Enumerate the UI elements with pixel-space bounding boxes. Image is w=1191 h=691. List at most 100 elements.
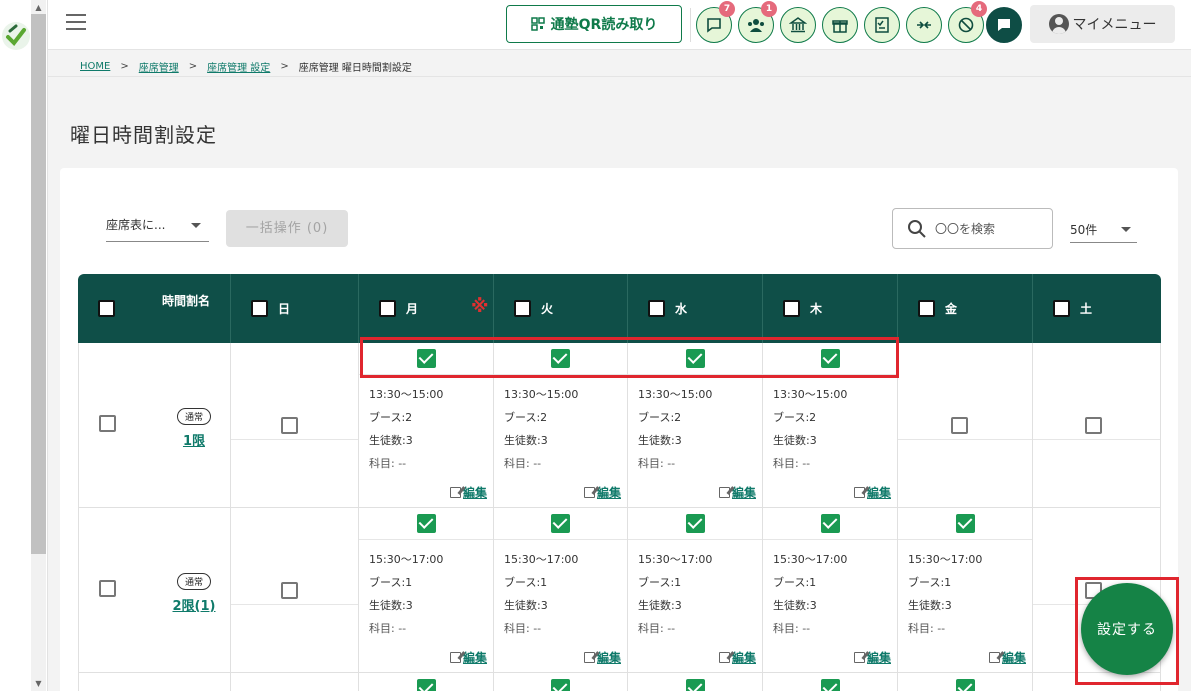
slot-checkbox-checked[interactable]: [955, 514, 975, 533]
slot-students: 生徒数:3: [773, 599, 817, 612]
edit-link[interactable]: 編集: [988, 649, 1026, 666]
header-day-tue: ※ 火: [471, 274, 628, 343]
day-checkbox-sat[interactable]: [1053, 300, 1070, 317]
slot-booth: ブース:1: [638, 576, 682, 589]
slot-time: 15:30〜17:00: [369, 553, 444, 566]
per-page-value: 50件: [1070, 223, 1098, 237]
slot-subject: 科目: --: [504, 457, 542, 470]
slot-cell-sun: [231, 508, 359, 672]
breadcrumb-current: 座席管理 曜日時間割設定: [298, 63, 412, 74]
row-checkbox[interactable]: [99, 415, 116, 432]
qr-scan-button[interactable]: 通塾QR読み取り: [506, 5, 682, 43]
breadcrumb-seat-settings[interactable]: 座席管理 設定: [207, 59, 270, 74]
edit-link[interactable]: 編集: [853, 649, 891, 666]
day-checkbox-wed[interactable]: [648, 300, 665, 317]
header-day-thu: 木: [763, 274, 898, 343]
header-day-sun: 日: [231, 274, 359, 343]
breadcrumb-home[interactable]: HOME: [80, 61, 110, 72]
edit-link[interactable]: 編集: [583, 484, 621, 501]
slot-checkbox-checked[interactable]: [551, 514, 570, 533]
slot-subject: 科目: --: [638, 457, 676, 470]
slot-checkbox-checked[interactable]: [551, 679, 570, 691]
scroll-up-arrow-icon[interactable]: ▲: [33, 2, 44, 13]
edit-link[interactable]: 編集: [853, 484, 891, 501]
period-tag: 通常: [176, 408, 211, 425]
checklist-icon[interactable]: [864, 7, 900, 43]
chevron-down-icon: [191, 223, 201, 233]
highlight-box-save: [1075, 577, 1179, 685]
bank-icon[interactable]: [780, 7, 816, 43]
period-link[interactable]: 1限: [164, 430, 224, 449]
edit-icon: [718, 652, 730, 663]
edit-link[interactable]: 編集: [718, 649, 756, 666]
breadcrumb-separator: >: [280, 61, 289, 72]
breadcrumb-seat-mgmt[interactable]: 座席管理: [139, 59, 179, 74]
slot-subject: 科目: --: [638, 622, 676, 635]
slot-time: 15:30〜17:00: [773, 553, 848, 566]
slot-students: 生徒数:3: [369, 434, 413, 447]
slot-booth: ブース:2: [773, 411, 817, 424]
edit-link[interactable]: 編集: [449, 484, 487, 501]
header-name-label: 時間割名: [162, 294, 211, 308]
day-checkbox-mon[interactable]: [379, 300, 396, 317]
top-bar: 通塾QR読み取り 7 1 4 マイメニュー: [48, 0, 1191, 50]
hamburger-menu-icon[interactable]: [66, 14, 86, 30]
day-label: 日: [278, 302, 291, 316]
slot-checkbox[interactable]: [1085, 417, 1102, 434]
scrollbar-thumb[interactable]: [31, 14, 46, 554]
table-header: 時間割名 日 月 ※ 火 水 木 金 土: [78, 274, 1161, 343]
no-entry-icon[interactable]: 4: [948, 1, 987, 43]
period-link[interactable]: 2限(1): [164, 595, 224, 614]
breadcrumb-separator: >: [188, 61, 198, 72]
edit-icon: [853, 652, 865, 663]
header-day-fri: 金: [898, 274, 1033, 343]
slot-students: 生徒数:3: [773, 434, 817, 447]
highlight-box-checkboxes: [360, 337, 899, 378]
my-menu-button[interactable]: マイメニュー: [1030, 5, 1175, 43]
slot-checkbox[interactable]: [281, 417, 298, 434]
slot-checkbox-checked[interactable]: [685, 679, 705, 691]
day-label: 土: [1080, 302, 1093, 316]
slot-checkbox[interactable]: [281, 582, 298, 599]
edit-icon: [583, 487, 595, 498]
slot-subject: 科目: --: [369, 622, 407, 635]
slot-cell-mon: 15:30〜17:00 ブース:1 生徒数:3 科目: -- 編集: [359, 508, 494, 672]
slot-time: 15:30〜17:00: [504, 553, 579, 566]
day-checkbox-fri[interactable]: [918, 300, 935, 317]
slot-checkbox-checked[interactable]: [820, 679, 840, 691]
page-title: 曜日時間割設定: [70, 123, 217, 147]
select-all-checkbox[interactable]: [98, 300, 115, 317]
slot-checkbox-checked[interactable]: [685, 514, 705, 533]
toolbar-divider: [690, 8, 691, 42]
seat-table-select[interactable]: 座席表に...: [106, 212, 209, 242]
search-input[interactable]: 〇〇を検索: [892, 208, 1053, 249]
gift-icon[interactable]: [822, 7, 858, 43]
edit-link[interactable]: 編集: [718, 484, 756, 501]
slot-checkbox-checked[interactable]: [416, 514, 436, 533]
row-checkbox[interactable]: [99, 580, 116, 597]
period-name: 通常 1限: [164, 405, 224, 449]
slot-cell-sun: [231, 343, 359, 507]
per-page-select[interactable]: 50件: [1070, 216, 1137, 243]
app-logo[interactable]: [2, 22, 30, 50]
breadcrumb: HOME > 座席管理 > 座席管理 設定 > 座席管理 曜日時間割設定: [80, 59, 412, 74]
slot-cell-fri: 15:30〜17:00 ブース:1 生徒数:3 科目: -- 編集: [898, 508, 1033, 672]
day-checkbox-tue[interactable]: [514, 300, 531, 317]
bulk-action-button[interactable]: 一括操作 (0): [226, 210, 348, 247]
left-rail: ▲ ▼: [0, 0, 48, 691]
slot-checkbox-checked[interactable]: [820, 514, 840, 533]
group-icon[interactable]: 1: [738, 1, 777, 43]
day-checkbox-sun[interactable]: [251, 300, 268, 317]
day-checkbox-thu[interactable]: [783, 300, 800, 317]
scroll-down-arrow-icon[interactable]: ▼: [33, 678, 44, 689]
chat-icon[interactable]: 7: [696, 1, 735, 43]
merge-icon[interactable]: [906, 7, 942, 43]
user-avatar-icon: [1048, 14, 1069, 34]
slot-checkbox-checked[interactable]: [416, 679, 436, 691]
message-icon[interactable]: [986, 7, 1022, 43]
day-label: 月: [406, 302, 419, 316]
edit-link[interactable]: 編集: [449, 649, 487, 666]
slot-checkbox-checked[interactable]: [955, 679, 975, 691]
slot-checkbox[interactable]: [951, 417, 968, 434]
edit-link[interactable]: 編集: [583, 649, 621, 666]
